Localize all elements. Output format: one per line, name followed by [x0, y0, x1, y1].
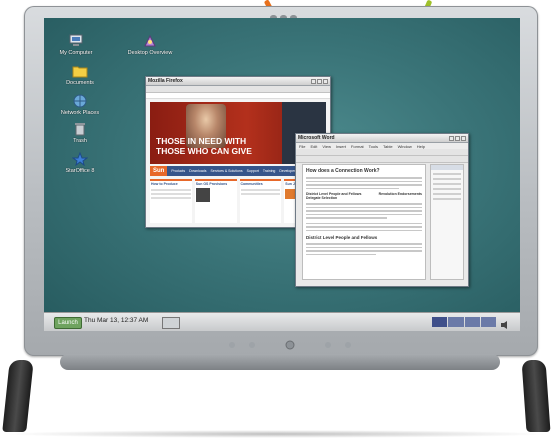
workspace-switcher[interactable]	[432, 317, 496, 327]
hero-headline-2: THOSE WHO CAN GIVE	[156, 146, 252, 156]
trash-icon	[72, 122, 88, 136]
desktop-icon-my-computer[interactable]: My Computer	[46, 34, 106, 56]
menu-view[interactable]: View	[322, 144, 331, 149]
folder-icon	[72, 64, 88, 78]
computer-icon	[68, 34, 84, 48]
writer-window[interactable]: Microsoft Word File Edit View Insert For…	[295, 133, 469, 287]
launch-button[interactable]: Launch	[54, 317, 82, 329]
nav-tab-services[interactable]: Services & Solutions	[210, 169, 242, 173]
doc-heading-1: How does a Connection Work?	[306, 168, 380, 174]
desktop-icon-desktop-overview[interactable]: Desktop Overview	[120, 34, 180, 56]
show-desktop-button[interactable]	[162, 317, 180, 329]
desktop-icon-staroffice[interactable]: StarOffice 8	[50, 151, 110, 174]
promo-thumbnail	[195, 188, 210, 202]
hero-headline-1: THOSE IN NEED WITH	[156, 136, 247, 146]
writer-minimize-button[interactable]	[449, 135, 454, 141]
column-2: Sun OS Provisions	[194, 179, 237, 223]
nav-tab-training[interactable]: Training	[263, 169, 276, 173]
writer-format-toolbar	[296, 156, 468, 163]
stand-neck	[60, 354, 500, 370]
writer-maximize-button[interactable]	[455, 135, 460, 141]
writer-titlebar[interactable]: Microsoft Word	[296, 134, 468, 143]
doc-subheading-b: Revolution Endorsements	[378, 192, 422, 196]
desktop-overview-icon	[142, 34, 158, 48]
monitor-brand-logo	[270, 7, 308, 20]
doc-subheading-c: Delegate Selection	[306, 196, 338, 200]
menu-file[interactable]: File	[299, 144, 305, 149]
menu-edit[interactable]: Edit	[310, 144, 317, 149]
stand-leg-left	[2, 360, 34, 432]
close-button[interactable]	[323, 78, 328, 84]
volume-icon[interactable]	[500, 317, 510, 329]
sun-logo[interactable]: Sun	[150, 166, 168, 176]
styles-panel[interactable]	[430, 164, 464, 280]
writer-title: Microsoft Word	[298, 135, 335, 141]
desktop-screen: My Computer Desktop Overview Documents N…	[44, 18, 520, 330]
section-title-3[interactable]: Communities	[241, 182, 281, 186]
writer-toolbar	[296, 149, 468, 156]
menu-insert[interactable]: Insert	[336, 144, 346, 149]
document-page[interactable]: How does a Connection Work? District Lev…	[302, 164, 426, 280]
browser-title: Mozilla Firefox	[148, 78, 183, 84]
taskbar: Launch Thu Mar 13, 12:37 AM	[44, 312, 520, 331]
browser-toolbar	[146, 86, 330, 93]
desktop-icon-documents[interactable]: Documents	[50, 64, 110, 86]
doc-heading-2: District Level People and Fellows	[306, 235, 378, 240]
column-3: Communities	[239, 179, 282, 223]
stand-leg-right	[521, 360, 551, 432]
stand-shadow	[2, 430, 550, 438]
desktop-icon-trash[interactable]: Trash	[50, 122, 110, 144]
browser-titlebar[interactable]: Mozilla Firefox	[146, 77, 330, 86]
taskbar-clock[interactable]: Thu Mar 13, 12:37 AM	[84, 317, 148, 324]
menu-window[interactable]: Window	[398, 144, 412, 149]
writer-close-button[interactable]	[461, 135, 466, 141]
column-1: How to Produce	[150, 179, 192, 223]
menu-help[interactable]: Help	[417, 144, 425, 149]
nav-tab-support[interactable]: Support	[247, 169, 259, 173]
menu-format[interactable]: Format	[351, 144, 364, 149]
minimize-button[interactable]	[311, 78, 316, 84]
maximize-button[interactable]	[317, 78, 322, 84]
menu-tools[interactable]: Tools	[369, 144, 378, 149]
nav-tab-downloads[interactable]: Downloads	[189, 169, 206, 173]
front-panel-buttons[interactable]	[220, 337, 360, 350]
section-title-1[interactable]: How to Produce	[151, 182, 191, 186]
section-title-2[interactable]: Sun OS Provisions	[196, 182, 236, 186]
desktop-icon-network[interactable]: Network Places	[50, 94, 110, 116]
network-icon	[72, 94, 88, 108]
staroffice-icon	[71, 151, 89, 167]
address-bar[interactable]	[146, 93, 330, 99]
menu-table[interactable]: Table	[383, 144, 393, 149]
nav-tab-products[interactable]: Products	[171, 169, 185, 173]
